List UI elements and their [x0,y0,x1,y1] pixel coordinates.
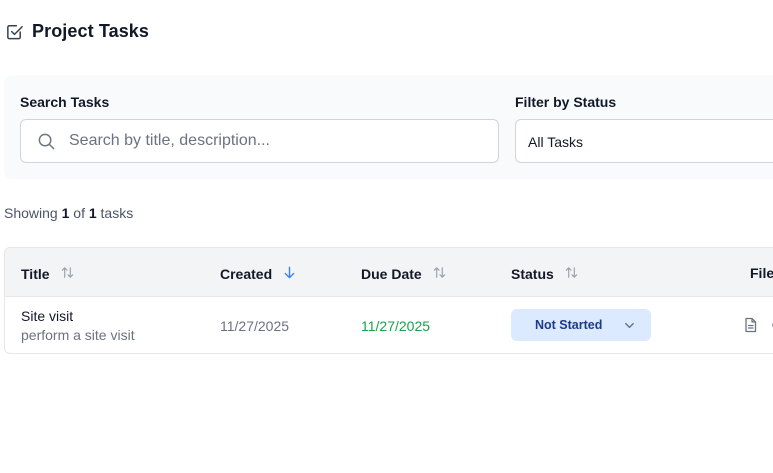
status-filter-label: Filter by Status [515,94,617,110]
task-description: perform a site visit [21,327,135,343]
chevron-down-icon [623,319,636,332]
search-input[interactable] [69,120,489,162]
column-file[interactable]: File [750,265,773,281]
tasks-table: Title Created Due Date Status File Site … [4,247,773,354]
page-title: Project Tasks [32,20,150,41]
task-title[interactable]: Site visit [21,308,73,324]
table-row[interactable]: Site visit perform a site visit 11/27/20… [5,297,773,353]
sort-desc-icon [282,265,297,283]
sort-icon [432,265,447,283]
task-status-label: Not Started [535,318,603,332]
checkbox-icon [5,22,24,41]
sort-icon [60,265,75,283]
status-filter-value: All Tasks [528,134,583,150]
search-icon [37,132,56,151]
column-due-date[interactable]: Due Date [361,265,447,283]
task-created-date: 11/27/2025 [220,318,290,334]
table-header: Title Created Due Date Status File [5,248,773,297]
status-filter-select[interactable]: All Tasks [515,119,773,163]
results-count: Showing 1 of 1 tasks [4,205,134,221]
column-title[interactable]: Title [21,265,75,283]
search-label: Search Tasks [20,94,110,110]
search-box[interactable] [20,119,499,163]
page: Project Tasks Search Tasks Filter by Sta… [0,0,773,473]
task-status-dropdown[interactable]: Not Started [511,309,651,341]
task-due-date: 11/27/2025 [361,318,431,334]
column-created[interactable]: Created [220,265,297,283]
column-status[interactable]: Status [511,265,579,283]
sort-icon [564,265,579,283]
document-icon[interactable] [743,317,758,333]
page-header: Project Tasks [5,20,149,42]
filters-panel: Search Tasks Filter by Status All Tasks [4,75,773,179]
